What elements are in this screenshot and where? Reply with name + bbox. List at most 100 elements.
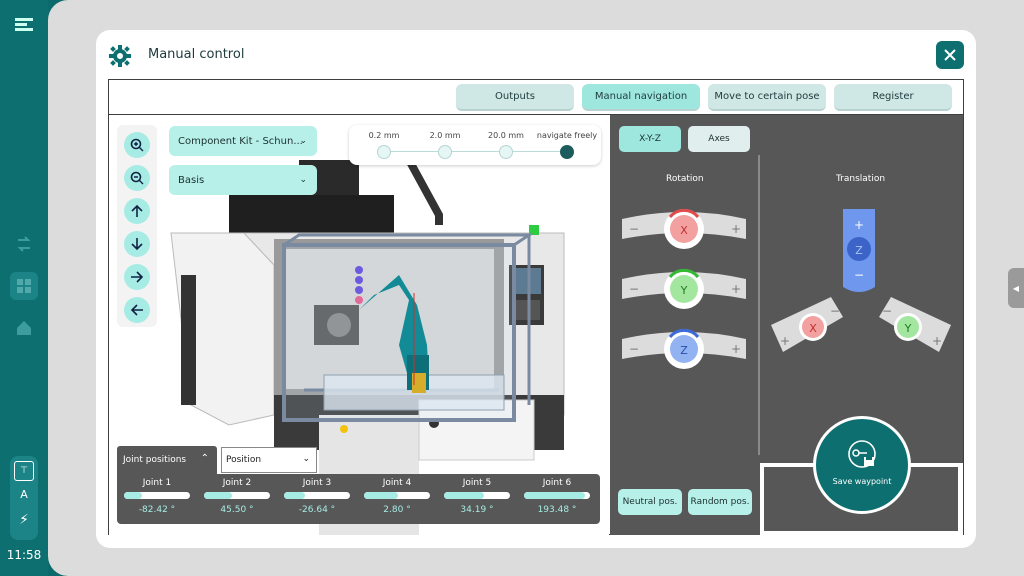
joint-value: 45.50 ° [220,505,254,515]
frame-icon[interactable]: ⊤ [14,461,34,481]
joint-slider[interactable] [124,492,190,499]
minus-label[interactable]: − [629,282,639,296]
tab-outputs[interactable]: Outputs [456,84,574,111]
close-button[interactable] [936,41,964,69]
rotate-x-control[interactable]: − + X [622,208,746,249]
joint-slider-fill [524,492,585,499]
pan-right-button[interactable] [124,264,150,290]
save-waypoint-label: Save waypoint [832,477,892,486]
joint-value: 2.80 ° [383,505,411,515]
quick-actions: ⊤ A ⚡ [10,456,38,540]
joint-slider-fill [444,492,484,499]
minus-label[interactable]: − [629,222,639,236]
close-icon [944,49,956,61]
rotate-y-control[interactable]: − + Y [622,268,746,309]
joint-slider[interactable] [364,492,430,499]
plus-label[interactable]: + [731,222,741,236]
joint-value: 34.19 ° [460,505,494,515]
translate-z-control[interactable]: + − Z [843,209,875,292]
minus-label[interactable]: − [854,268,864,282]
component-select[interactable]: Component Kit - Schun... ⌄ [169,126,317,156]
3d-viewport[interactable]: Component Kit - Schun... ⌄ Basis ⌄ 0.2 m… [109,115,609,535]
panel-divider [758,155,760,455]
plus-label[interactable]: + [731,342,741,356]
tab-manual-navigation[interactable]: Manual navigation [582,84,700,111]
joint-item: Joint 2 45.50 ° [201,478,273,515]
chevron-down-icon: ⌄ [299,175,307,185]
step-option-3[interactable] [560,145,574,159]
step-option-1[interactable] [438,145,452,159]
joint-name: Joint 1 [142,478,172,488]
frame-select[interactable]: Basis ⌄ [169,165,317,195]
joint-name: Joint 4 [382,478,412,488]
mode-axes-button[interactable]: Axes [688,126,750,152]
save-waypoint-button[interactable]: Save waypoint [813,416,911,514]
axis-label: X [809,322,817,335]
joint-name: Joint 6 [542,478,572,488]
zoom-out-button[interactable] [124,165,150,191]
exchange-icon[interactable] [10,230,38,258]
translation-controls: + − Z − + X − + Y [771,209,951,352]
axis-label: Y [680,284,688,297]
step-option-0[interactable] [377,145,391,159]
step-size-slider: 0.2 mm 2.0 mm 20.0 mm navigate freely [349,125,601,165]
joint-value: 193.48 ° [537,505,577,515]
zoom-out-icon [130,171,144,185]
menu-icon[interactable] [10,10,38,38]
chevron-up-icon: ⌃ [200,453,209,464]
joint-positions-panel: Joint 1 -82.42 ° Joint 2 45.50 ° Joint 3… [117,474,600,524]
dialog-title: Manual control [148,47,245,62]
joint-slider[interactable] [524,492,590,499]
side-collapse-tab[interactable]: ◀ [1008,268,1024,308]
home-icon[interactable] [10,314,38,342]
step-option-2[interactable] [499,145,513,159]
translate-y-control[interactable]: − + Y [879,297,951,352]
tab-move-to-certain-pose[interactable]: Move to certain pose [708,84,826,111]
grid-icon[interactable] [10,272,38,300]
chevron-down-icon: ⌄ [299,136,307,146]
manual-control-panel: X-Y-Z Axes Rotation Translation − + X − … [610,115,963,535]
joint-value: -26.64 ° [298,505,336,515]
axis-label: X [680,224,688,237]
mode-xyz-button[interactable]: X-Y-Z [619,126,681,152]
translate-x-control[interactable]: − + X [771,297,843,352]
joint-slider[interactable] [444,492,510,499]
joint-mode-value: Position [226,455,262,465]
joint-slider-fill [364,492,398,499]
pan-down-button[interactable] [124,231,150,257]
joint-positions-title: Joint positions [123,455,187,465]
minus-label[interactable]: − [830,304,840,318]
plus-label[interactable]: + [932,334,942,348]
minus-label[interactable]: − [882,304,892,318]
axis-label: Z [855,244,863,257]
joint-slider[interactable] [284,492,350,499]
view-navigation-bar [117,125,157,327]
plus-label[interactable]: + [731,282,741,296]
random-position-button[interactable]: Random pos. [688,489,752,515]
joint-item: Joint 6 193.48 ° [521,478,593,515]
joint-positions-header[interactable]: Joint positions ⌃ [117,446,217,474]
rotate-z-control[interactable]: − + Z [622,328,746,369]
power-icon[interactable]: ⚡ [10,512,38,528]
font-icon[interactable]: A [10,488,38,501]
joint-item: Joint 1 -82.42 ° [121,478,193,515]
neutral-position-button[interactable]: Neutral pos. [618,489,682,515]
joint-mode-select[interactable]: Position ⌄ [221,447,317,473]
tab-register[interactable]: Register [834,84,952,111]
pan-left-button[interactable] [124,297,150,323]
manual-control-dialog: Manual control Outputs Manual navigation… [96,30,976,548]
zoom-in-button[interactable] [124,132,150,158]
zoom-in-icon [130,138,144,152]
joint-slider[interactable] [204,492,270,499]
plus-label[interactable]: + [780,334,790,348]
component-select-value: Component Kit - Schun... [178,135,303,147]
joint-slider-fill [204,492,232,499]
axis-label: Z [680,344,688,357]
plus-label[interactable]: + [854,218,864,232]
minus-label[interactable]: − [629,342,639,356]
joint-name: Joint 5 [462,478,492,488]
pan-up-button[interactable] [124,198,150,224]
left-rail: ⊤ A ⚡ 11:58 [0,0,48,576]
chevron-down-icon: ⌄ [302,454,310,464]
tab-bar: Outputs Manual navigation Move to certai… [109,80,963,114]
